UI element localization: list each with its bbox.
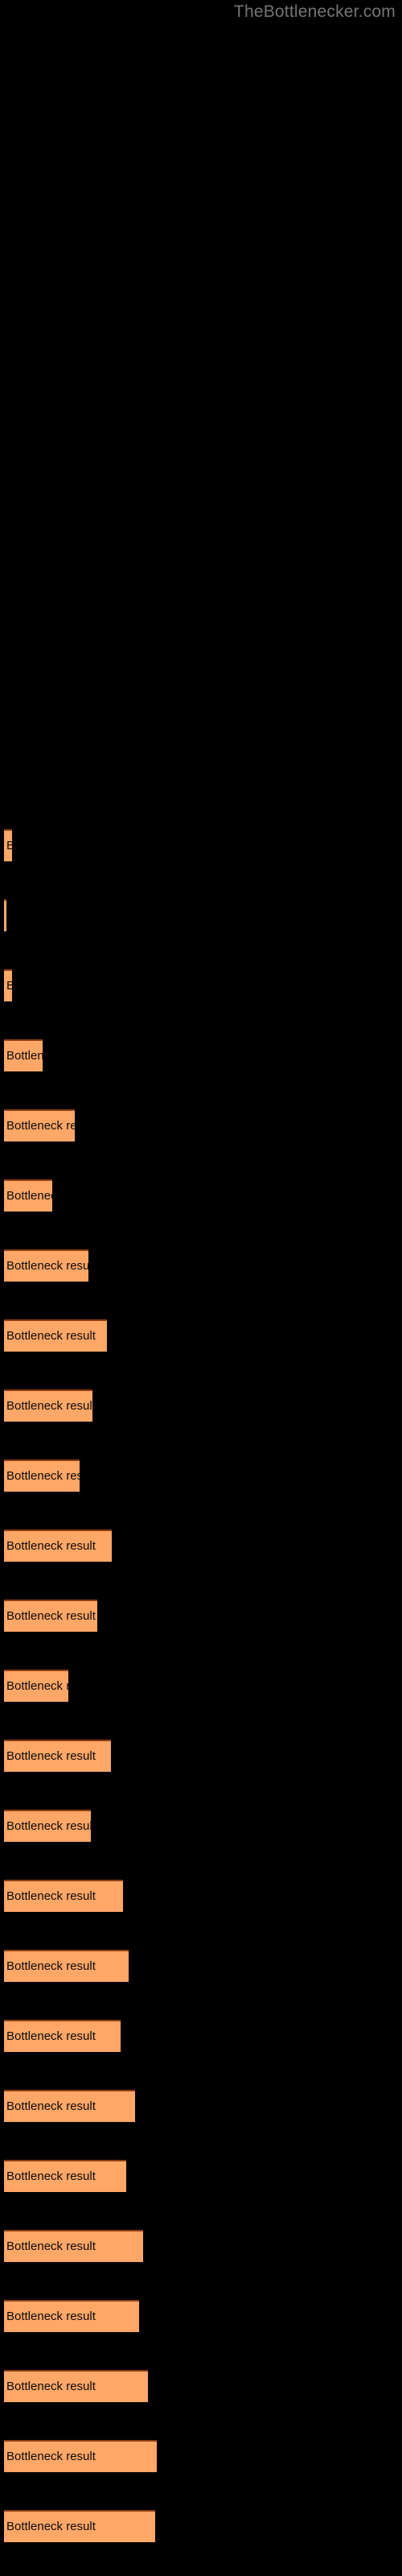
bar-label: Bottleneck result — [6, 1329, 96, 1343]
bar-bottleneck-result: Bottleneck result — [4, 1670, 68, 1702]
bar-label: Bottleneck result — [6, 2380, 96, 2393]
bar-label: Bottleneck result — [6, 2450, 96, 2463]
bar-label: Bottleneck result — [6, 1259, 88, 1273]
bar-bottleneck-result: Bottleneck result — [4, 1880, 123, 1912]
bar-label: Bottleneck result — [6, 2240, 96, 2253]
bar-bottleneck-result: Bottleneck result — [4, 2370, 148, 2402]
bar-bottleneck-result: Bottleneck result — [4, 899, 6, 931]
bar-bottleneck-result: Bottleneck result — [4, 1179, 52, 1212]
bar-bottleneck-result: Bottleneck result — [4, 2300, 139, 2332]
bar-label: Bottleneck result — [6, 1399, 92, 1413]
bar-label: Bottleneck result — [6, 839, 12, 853]
bar-label: Bottleneck result — [6, 1539, 96, 1553]
bar-bottleneck-result: Bottleneck result — [4, 969, 12, 1001]
bar-label: Bottleneck result — [6, 979, 12, 993]
bar-bottleneck-result: Bottleneck result — [4, 829, 12, 861]
bar-label: Bottleneck result — [6, 1189, 52, 1203]
bar-label: Bottleneck result — [6, 2169, 96, 2183]
bar-label: Bottleneck result — [6, 1889, 96, 1903]
bar-bottleneck-result: Bottleneck result — [4, 1459, 80, 1492]
bar-bottleneck-result: Bottleneck result — [4, 1530, 112, 1562]
bar-label: Bottleneck result — [6, 1609, 96, 1623]
bar-bottleneck-result: Bottleneck result — [4, 2090, 135, 2122]
bar-bottleneck-result: Bottleneck result — [4, 2230, 143, 2262]
bar-label: Bottleneck result — [6, 2310, 96, 2323]
bar-label: Bottleneck result — [6, 1749, 96, 1763]
page-root: TheBottlenecker.com Bottleneck resultBot… — [0, 0, 402, 2576]
bar-bottleneck-result: Bottleneck result — [4, 2510, 155, 2542]
bar-label: Bottleneck result — [6, 1679, 68, 1693]
bar-bottleneck-result: Bottleneck result — [4, 1950, 129, 1982]
bar-label: Bottleneck result — [6, 1119, 75, 1133]
bar-bottleneck-result: Bottleneck result — [4, 1249, 88, 1282]
bar-label: Bottleneck result — [6, 1819, 91, 1833]
bar-bottleneck-result: Bottleneck result — [4, 1600, 97, 1632]
bar-bottleneck-result: Bottleneck result — [4, 2020, 121, 2052]
bar-bottleneck-result: Bottleneck result — [4, 1039, 43, 1071]
bar-bottleneck-result: Bottleneck result — [4, 2440, 157, 2472]
bar-bottleneck-result: Bottleneck result — [4, 1109, 75, 1141]
bar-label: Bottleneck result — [6, 1959, 96, 1973]
bar-label: Bottleneck result — [6, 1469, 80, 1483]
bar-label: Bottleneck result — [6, 2520, 96, 2533]
bar-bottleneck-result: Bottleneck result — [4, 1810, 91, 1842]
bar-bottleneck-result: Bottleneck result — [4, 2160, 126, 2192]
bar-bottleneck-result: Bottleneck result — [4, 1389, 92, 1422]
bar-label: Bottleneck result — [6, 1049, 43, 1063]
bottleneck-bar-chart: Bottleneck result Bottleneck result Bottle… — [0, 0, 402, 2576]
bar-label: Bottleneck result — [6, 2029, 96, 2043]
bar-label: Bottleneck result — [6, 2099, 96, 2113]
bar-bottleneck-result: Bottleneck result — [4, 1740, 111, 1772]
bar-bottleneck-result: Bottleneck result — [4, 1319, 107, 1352]
